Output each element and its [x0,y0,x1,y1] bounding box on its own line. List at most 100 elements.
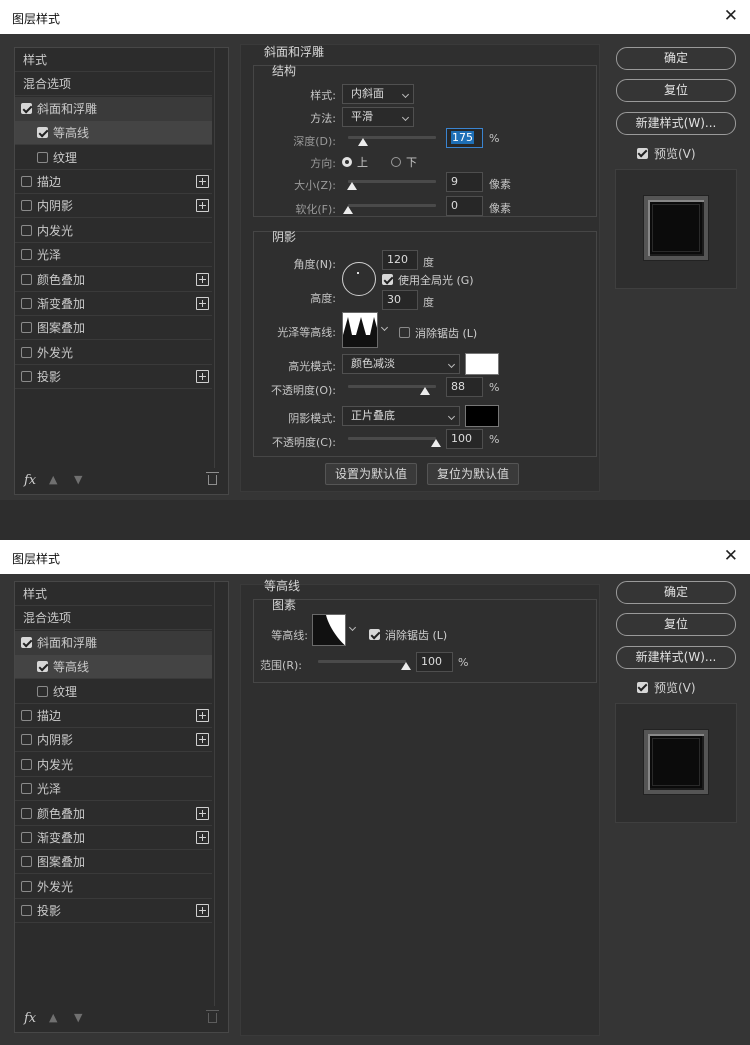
effect-item-12[interactable]: 外发光 [15,341,212,365]
size-input[interactable]: 9 [446,172,483,192]
make-default-button[interactable]: 设置为默认值 [325,463,417,485]
effect-item-11[interactable]: 图案叠加 [15,850,212,875]
global-light-checkbox[interactable]: 使用全局光 (G) [382,272,474,288]
reset-button[interactable]: 复位 [616,79,736,102]
effect-item-6[interactable]: 内阴影 [15,194,212,219]
shadow-color-swatch[interactable] [465,405,499,427]
move-up-icon[interactable]: ▲ [49,1011,57,1024]
slider-thumb[interactable] [431,439,441,447]
antialias-checkbox[interactable]: 消除锯齿 (L) [399,325,477,341]
effect-item-13[interactable]: 投影 [15,899,212,924]
effect-checkbox[interactable] [37,151,48,163]
effect-checkbox[interactable] [37,685,48,697]
effect-item-9[interactable]: 颜色叠加 [15,268,212,292]
preview-checkbox[interactable]: 预览(V) [637,145,696,162]
add-effect-icon[interactable] [196,175,209,188]
preview-checkbox[interactable]: 预览(V) [637,679,696,696]
effect-item-6[interactable]: 内阴影 [15,728,212,753]
effect-checkbox[interactable] [21,636,32,648]
depth-input[interactable]: 175 [446,128,483,148]
effect-checkbox[interactable] [21,224,32,236]
soften-slider[interactable] [343,198,436,218]
effect-item-7[interactable]: 内发光 [15,753,212,777]
effect-checkbox[interactable] [21,832,32,843]
reset-button[interactable]: 复位 [616,613,736,636]
effect-checkbox[interactable] [21,807,32,819]
technique-dropdown[interactable]: 平滑 [342,107,414,127]
effect-checkbox[interactable] [21,322,32,334]
reset-to-default-button[interactable]: 复位为默认值 [427,463,519,485]
effect-item-1[interactable]: 混合选项 [15,606,212,631]
highlight-opacity-input[interactable]: 88 [446,377,483,397]
add-effect-icon[interactable] [196,806,209,820]
effect-checkbox[interactable] [21,346,32,358]
direction-up-radio[interactable]: 上 [342,154,368,170]
new-style-button[interactable]: 新建样式(W)... [616,112,736,135]
add-effect-icon[interactable] [196,733,209,747]
highlight-opacity-slider[interactable] [348,379,436,399]
trash-icon[interactable] [206,472,219,485]
effect-item-5[interactable]: 描边 [15,170,212,194]
effect-item-2[interactable]: 斜面和浮雕 [15,96,212,121]
effect-checkbox[interactable] [21,783,32,795]
effect-item-13[interactable]: 投影 [15,365,212,390]
range-slider[interactable] [318,654,411,674]
effect-item-5[interactable]: 描边 [15,704,212,728]
effect-checkbox[interactable] [21,710,32,721]
gloss-contour-preview[interactable] [342,312,378,348]
effect-checkbox[interactable] [21,734,32,746]
angle-dial[interactable] [342,262,376,296]
effect-checkbox[interactable] [21,176,32,187]
effect-checkbox[interactable] [21,758,32,770]
new-style-button[interactable]: 新建样式(W)... [616,646,736,669]
close-icon[interactable]: ✕ [724,6,738,26]
effect-item-4[interactable]: 纹理 [15,680,212,704]
soften-input[interactable]: 0 [446,196,483,216]
effect-item-4[interactable]: 纹理 [15,146,212,170]
effect-item-0[interactable]: 样式 [15,48,212,72]
shadow-opacity-slider[interactable] [348,431,441,451]
highlight-color-swatch[interactable] [465,353,499,375]
effect-item-2[interactable]: 斜面和浮雕 [15,630,212,655]
add-effect-icon[interactable] [196,297,209,310]
effect-item-8[interactable]: 光泽 [15,777,212,802]
effects-list-scrollbar[interactable] [214,48,228,468]
effect-item-3[interactable]: 等高线 [15,121,212,146]
add-effect-icon[interactable] [196,370,209,384]
highlight-mode-dropdown[interactable]: 颜色减淡 [342,354,460,374]
shadow-mode-dropdown[interactable]: 正片叠底 [342,406,460,426]
move-up-icon[interactable]: ▲ [49,473,57,486]
add-effect-icon[interactable] [196,272,209,286]
contour-dropdown[interactable] [347,614,361,646]
fx-icon[interactable]: fx [24,473,36,488]
effect-item-7[interactable]: 内发光 [15,219,212,243]
shadow-opacity-input[interactable]: 100 [446,429,483,449]
add-effect-icon[interactable] [196,199,209,213]
add-effect-icon[interactable] [196,831,209,844]
altitude-input[interactable]: 30 [382,290,418,310]
effect-item-9[interactable]: 颜色叠加 [15,802,212,826]
effect-item-3[interactable]: 等高线 [15,655,212,680]
effect-item-8[interactable]: 光泽 [15,243,212,268]
direction-down-radio[interactable]: 下 [391,154,417,170]
effect-checkbox[interactable] [37,127,48,139]
effect-checkbox[interactable] [21,249,32,261]
style-dropdown[interactable]: 内斜面 [342,84,414,104]
effect-checkbox[interactable] [21,102,32,114]
antialias-checkbox[interactable]: 消除锯齿 (L) [369,627,447,643]
slider-thumb[interactable] [420,387,431,395]
effect-item-10[interactable]: 渐变叠加 [15,292,212,316]
add-effect-icon[interactable] [196,904,209,918]
effect-checkbox[interactable] [37,661,48,673]
slider-thumb[interactable] [343,206,353,214]
effect-item-1[interactable]: 混合选项 [15,72,212,97]
trash-icon[interactable] [206,1010,219,1023]
gloss-contour-dropdown[interactable] [379,312,393,348]
effect-item-0[interactable]: 样式 [15,582,212,606]
effect-checkbox[interactable] [21,298,32,309]
fx-icon[interactable]: fx [24,1011,36,1026]
angle-input[interactable]: 120 [382,250,418,270]
slider-thumb[interactable] [357,138,368,146]
depth-slider[interactable] [348,130,436,150]
ok-button[interactable]: 确定 [616,581,736,604]
